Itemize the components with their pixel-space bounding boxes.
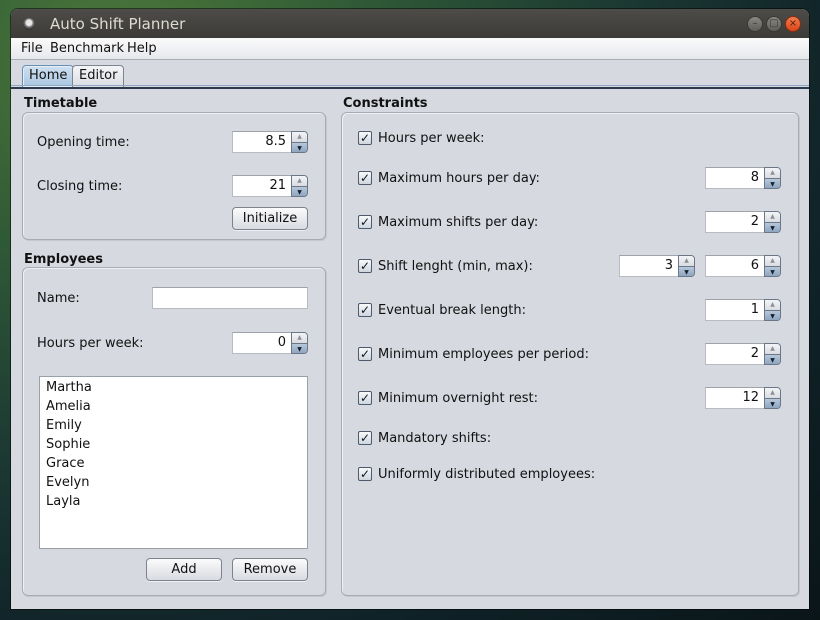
spin-up-icon[interactable]: ▲ <box>765 344 780 354</box>
min-employees-input[interactable]: 2 <box>705 343 764 365</box>
spin-up-icon[interactable]: ▲ <box>765 256 780 266</box>
opening-time-input[interactable]: 8.5 <box>232 131 291 153</box>
spin-down-icon[interactable]: ▼ <box>765 266 780 276</box>
opening-time-label: Opening time: <box>37 135 130 150</box>
list-item[interactable]: Amelia <box>40 397 307 416</box>
min-employees-spinner: 2 ▲ ▼ <box>705 343 782 365</box>
hours-per-week-constraint-label: Hours per week: <box>378 131 485 146</box>
spin-up-icon[interactable]: ▲ <box>292 333 307 343</box>
uniform-distribution-checkbox[interactable]: ✓ <box>358 467 372 481</box>
overnight-rest-label: Minimum overnight rest: <box>378 391 539 406</box>
tab-home[interactable]: Home <box>22 65 75 87</box>
list-item[interactable]: Layla <box>40 492 307 511</box>
shift-length-max-spinner: 6 ▲ ▼ <box>705 255 782 277</box>
spin-up-icon[interactable]: ▲ <box>765 168 780 178</box>
min-employees-label: Minimum employees per period: <box>378 347 589 362</box>
spin-up-icon[interactable]: ▲ <box>765 212 780 222</box>
menu-file[interactable]: File <box>21 41 43 56</box>
mandatory-shifts-checkbox[interactable]: ✓ <box>358 431 372 445</box>
max-shifts-per-day-label: Maximum shifts per day: <box>378 215 539 230</box>
spin-down-icon[interactable]: ▼ <box>679 266 694 276</box>
constraints-title: Constraints <box>343 96 428 111</box>
add-button[interactable]: Add <box>146 558 222 581</box>
spin-down-icon[interactable]: ▼ <box>765 398 780 408</box>
list-item[interactable]: Emily <box>40 416 307 435</box>
window-title: Auto Shift Planner <box>50 15 186 33</box>
max-shifts-per-day-input[interactable]: 2 <box>705 211 764 233</box>
max-hours-per-day-input[interactable]: 8 <box>705 167 764 189</box>
spin-down-icon[interactable]: ▼ <box>765 354 780 364</box>
overnight-rest-input[interactable]: 12 <box>705 387 764 409</box>
break-length-checkbox[interactable]: ✓ <box>358 303 372 317</box>
spin-up-icon[interactable]: ▲ <box>292 132 307 142</box>
spin-down-icon[interactable]: ▼ <box>292 343 307 353</box>
list-item[interactable]: Grace <box>40 454 307 473</box>
hours-per-week-input[interactable]: 0 <box>232 332 291 354</box>
spin-down-icon[interactable]: ▼ <box>765 310 780 320</box>
max-shifts-per-day-spinner: 2 ▲ ▼ <box>705 211 782 233</box>
name-input[interactable] <box>152 287 308 309</box>
shift-length-checkbox[interactable]: ✓ <box>358 259 372 273</box>
hours-per-week-checkbox[interactable]: ✓ <box>358 131 372 145</box>
spin-up-icon[interactable]: ▲ <box>765 300 780 310</box>
shift-length-label: Shift lenght (min, max): <box>378 259 533 274</box>
shift-length-min-spinner: 3 ▲ ▼ <box>619 255 696 277</box>
close-button[interactable]: × <box>785 16 801 32</box>
overnight-rest-spinner: 12 ▲ ▼ <box>705 387 782 409</box>
break-length-spinner: 1 ▲ ▼ <box>705 299 782 321</box>
shift-length-min-input[interactable]: 3 <box>619 255 678 277</box>
menu-help[interactable]: Help <box>127 41 157 56</box>
break-length-label: Eventual break length: <box>378 303 526 318</box>
spin-down-icon[interactable]: ▼ <box>765 178 780 188</box>
spin-down-icon[interactable]: ▼ <box>292 142 307 152</box>
max-hours-per-day-spinner: 8 ▲ ▼ <box>705 167 782 189</box>
uniform-distribution-label: Uniformly distributed employees: <box>378 467 596 482</box>
spin-up-icon[interactable]: ▲ <box>679 256 694 266</box>
initialize-button[interactable]: Initialize <box>232 207 308 230</box>
list-item[interactable]: Sophie <box>40 435 307 454</box>
opening-time-spinner: 8.5 ▲ ▼ <box>232 131 309 153</box>
spin-up-icon[interactable]: ▲ <box>292 176 307 186</box>
max-hours-per-day-checkbox[interactable]: ✓ <box>358 171 372 185</box>
spin-up-icon[interactable]: ▲ <box>765 388 780 398</box>
app-window: Auto Shift Planner – □ × File Benchmark … <box>11 9 809 609</box>
break-length-input[interactable]: 1 <box>705 299 764 321</box>
employee-list[interactable]: Martha Amelia Emily Sophie Grace Evelyn … <box>39 376 308 549</box>
shift-length-max-input[interactable]: 6 <box>705 255 764 277</box>
title-bar[interactable]: Auto Shift Planner – □ × <box>11 9 809 38</box>
tab-editor[interactable]: Editor <box>72 65 125 87</box>
hours-per-week-spinner: 0 ▲ ▼ <box>232 332 309 354</box>
closing-time-spinner: 21 ▲ ▼ <box>232 175 309 197</box>
remove-button[interactable]: Remove <box>232 558 308 581</box>
employees-title: Employees <box>24 252 103 267</box>
overnight-rest-checkbox[interactable]: ✓ <box>358 391 372 405</box>
name-label: Name: <box>37 291 80 306</box>
tab-divider-highlight <box>11 85 809 86</box>
maximize-button[interactable]: □ <box>766 16 782 32</box>
menu-bar: File Benchmark Help <box>11 38 809 60</box>
app-icon <box>23 18 35 30</box>
max-hours-per-day-label: Maximum hours per day: <box>378 171 540 186</box>
min-employees-checkbox[interactable]: ✓ <box>358 347 372 361</box>
menu-benchmark[interactable]: Benchmark <box>50 41 124 56</box>
hours-per-week-label: Hours per week: <box>37 336 144 351</box>
timetable-title: Timetable <box>24 96 98 111</box>
list-item[interactable]: Evelyn <box>40 473 307 492</box>
tab-divider <box>11 87 809 89</box>
spin-down-icon[interactable]: ▼ <box>292 186 307 196</box>
max-shifts-per-day-checkbox[interactable]: ✓ <box>358 215 372 229</box>
mandatory-shifts-label: Mandatory shifts: <box>378 431 492 446</box>
closing-time-label: Closing time: <box>37 179 123 194</box>
list-item[interactable]: Martha <box>40 378 307 397</box>
spin-down-icon[interactable]: ▼ <box>765 222 780 232</box>
closing-time-input[interactable]: 21 <box>232 175 291 197</box>
minimize-button[interactable]: – <box>747 16 763 32</box>
